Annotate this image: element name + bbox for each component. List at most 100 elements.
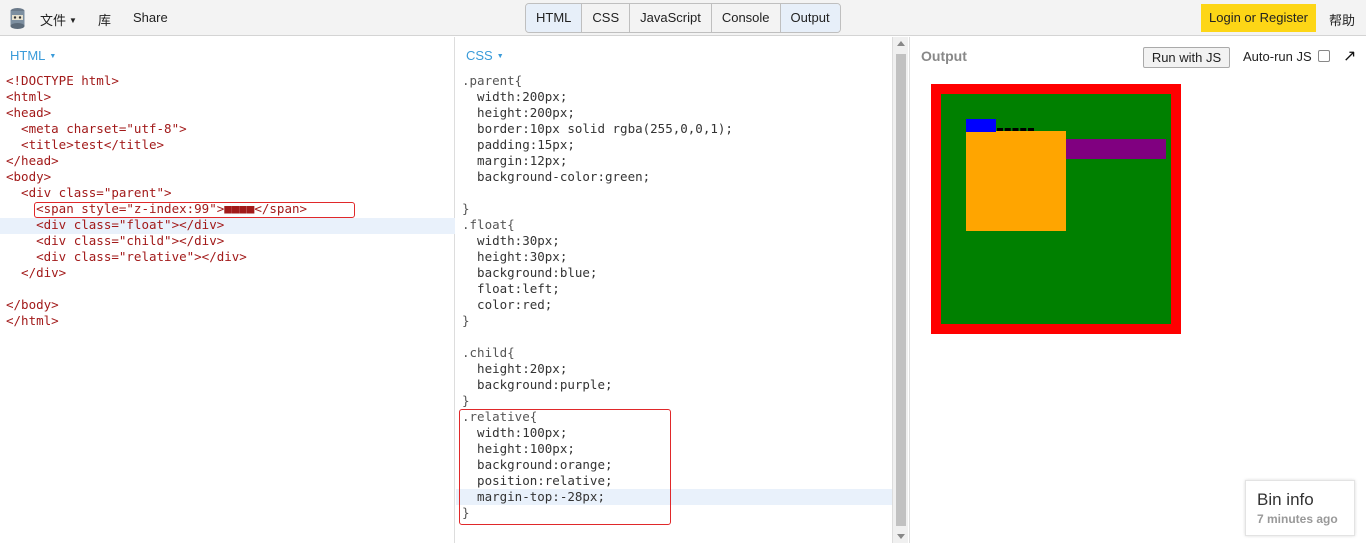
code-line: width:30px; — [462, 233, 733, 249]
chevron-down-icon: ▼ — [69, 16, 77, 25]
code-text: .float{ — [462, 217, 515, 232]
tab-html[interactable]: HTML — [526, 4, 583, 32]
code-text: <div class="parent"> — [6, 185, 172, 200]
auto-run-toggle[interactable]: Auto-run JS — [1243, 49, 1330, 64]
auto-run-checkbox[interactable] — [1317, 50, 1330, 62]
code-text: <div class="child"></div> — [6, 233, 225, 248]
code-line: height:200px; — [462, 105, 733, 121]
code-line: height:30px; — [462, 249, 733, 265]
output-parent-box — [931, 84, 1181, 334]
code-line: <title>test</title> — [6, 137, 307, 153]
code-line: color:red; — [462, 297, 733, 313]
code-line: </body> — [6, 297, 307, 313]
code-text: padding:15px; — [462, 137, 575, 152]
code-text: </head> — [6, 153, 59, 168]
jsbin-logo-icon[interactable] — [8, 7, 27, 30]
code-text: <!DOCTYPE html> — [6, 73, 119, 88]
menu-help[interactable]: 帮助 — [1329, 10, 1355, 29]
run-with-js-button[interactable]: Run with JS — [1143, 47, 1230, 68]
top-bar: 文件 ▼ 库 Share HTML CSS JavaScript Console … — [0, 0, 1366, 36]
code-line: background:blue; — [462, 265, 733, 281]
code-text: </div> — [6, 265, 67, 280]
bin-info-card[interactable]: Bin info 7 minutes ago — [1245, 480, 1355, 536]
output-relative-box — [966, 131, 1066, 231]
code-text: width:30px; — [462, 233, 560, 248]
css-scrollbar[interactable] — [892, 37, 908, 543]
code-text: } — [462, 201, 470, 216]
relative-annotation-box — [459, 409, 671, 525]
code-text: height:20px; — [462, 361, 568, 376]
code-line: background:purple; — [462, 377, 733, 393]
tab-output[interactable]: Output — [780, 4, 840, 32]
auto-run-label: Auto-run JS — [1243, 49, 1312, 64]
scroll-down-icon[interactable] — [897, 534, 905, 539]
code-line: .child{ — [462, 345, 733, 361]
code-text: <body> — [6, 169, 52, 184]
html-panel-label[interactable]: HTML ▼ — [10, 48, 56, 63]
code-line: .parent{ — [462, 73, 733, 89]
tab-css[interactable]: CSS — [582, 4, 631, 32]
scrollbar-thumb[interactable] — [896, 54, 906, 526]
output-panel: Output Run with JS Auto-run JS ↗ — [909, 37, 1366, 543]
login-register-button[interactable]: Login or Register — [1201, 4, 1316, 32]
chevron-down-icon: ▼ — [49, 53, 57, 60]
output-span-glyphs — [997, 128, 1034, 131]
code-text: margin:12px; — [462, 153, 568, 168]
menu-share-label: Share — [133, 10, 168, 25]
code-line: <head> — [6, 105, 307, 121]
menu-share[interactable]: Share — [133, 10, 168, 25]
css-panel-label-text: CSS — [466, 48, 493, 63]
code-line: } — [462, 393, 733, 409]
html-panel-label-text: HTML — [10, 48, 46, 63]
menu-library[interactable]: 库 — [98, 10, 111, 29]
scroll-up-icon[interactable] — [897, 41, 905, 46]
code-line: height:20px; — [462, 361, 733, 377]
code-line: <html> — [6, 89, 307, 105]
menu-file-label: 文件 — [40, 13, 67, 28]
menu-file[interactable]: 文件 ▼ — [40, 10, 77, 29]
code-line: float:left; — [462, 281, 733, 297]
code-line: </div> — [6, 265, 307, 281]
tab-console[interactable]: Console — [712, 4, 781, 32]
code-text: width:200px; — [462, 89, 568, 104]
code-text: background:purple; — [462, 377, 613, 392]
code-text: .child{ — [462, 345, 515, 360]
code-text: <div class="float"></div> — [6, 217, 225, 232]
popout-arrow-icon[interactable]: ↗ — [1343, 46, 1356, 66]
code-line: <body> — [6, 169, 307, 185]
menu-help-label: 帮助 — [1329, 13, 1356, 28]
code-line: </head> — [6, 153, 307, 169]
output-child-box — [1066, 139, 1166, 159]
html-code[interactable]: <!DOCTYPE html> <html> <head> <meta char… — [6, 73, 307, 329]
code-text: .parent{ — [462, 73, 523, 88]
code-line: <div class="float"></div> — [6, 217, 307, 233]
output-float-box — [966, 119, 996, 132]
code-line: padding:15px; — [462, 137, 733, 153]
code-line: background-color:green; — [462, 169, 733, 185]
panel-tabs: HTML CSS JavaScript Console Output — [525, 3, 841, 33]
code-text: <html> — [6, 89, 52, 104]
code-text: float:left; — [462, 281, 560, 296]
bin-info-timestamp: 7 minutes ago — [1257, 512, 1338, 526]
code-text: background-color:green; — [462, 169, 651, 184]
code-line: .float{ — [462, 217, 733, 233]
html-editor-panel[interactable]: HTML ▼ <!DOCTYPE html> <html> <head> <met… — [0, 37, 455, 543]
code-text: background:blue; — [462, 265, 598, 280]
menu-library-label: 库 — [98, 13, 112, 28]
code-text: } — [462, 393, 470, 408]
code-line: <!DOCTYPE html> — [6, 73, 307, 89]
code-line: border:10px solid rgba(255,0,0,1); — [462, 121, 733, 137]
code-text: border:10px solid rgba(255,0,0,1); — [462, 121, 733, 136]
code-line: <div class="parent"> — [6, 185, 307, 201]
output-title: Output — [921, 48, 967, 64]
css-panel-label[interactable]: CSS ▼ — [466, 48, 504, 63]
code-text: color:red; — [462, 297, 553, 312]
code-text: <meta charset="utf-8"> — [6, 121, 187, 136]
code-text: <div class="relative"></div> — [6, 249, 247, 264]
tab-javascript[interactable]: JavaScript — [630, 4, 712, 32]
code-line: } — [462, 201, 733, 217]
css-editor-panel[interactable]: CSS ▼ .parent{ width:200px; height:200px;… — [456, 37, 892, 543]
span-annotation-box — [34, 202, 355, 218]
